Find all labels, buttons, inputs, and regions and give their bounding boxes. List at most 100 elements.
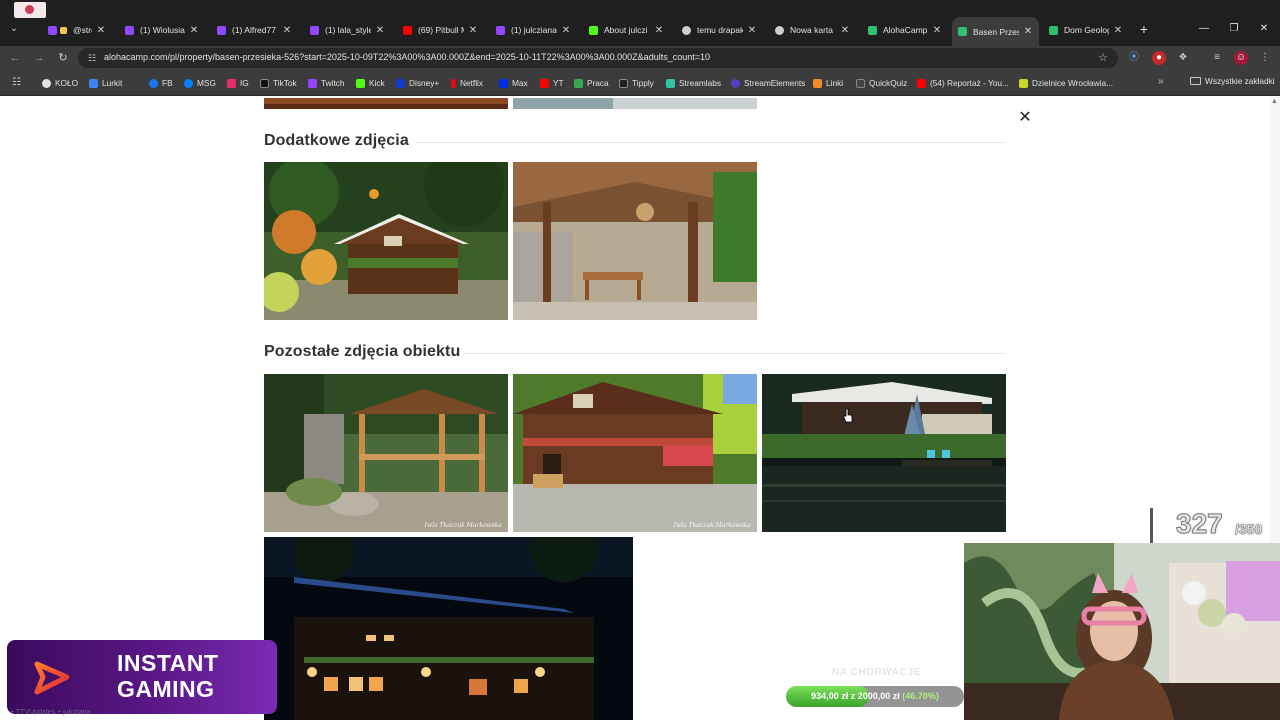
restore-icon[interactable]: ❐	[1226, 22, 1242, 36]
alohacamp-favicon-icon	[958, 27, 967, 36]
bookmark-star-icon[interactable]: ☆	[1098, 51, 1108, 64]
bookmark-12[interactable]: YT	[540, 76, 564, 90]
close-tab-icon[interactable]: ✕	[468, 25, 478, 36]
goal-separator: z	[850, 691, 858, 701]
bookmark-16[interactable]: StreamElements	[731, 76, 805, 90]
close-tab-icon[interactable]: ✕	[747, 25, 757, 36]
alohacamp-favicon-icon	[1049, 25, 1058, 35]
bookmark-2[interactable]: Lurkit	[89, 76, 122, 90]
close-tab-icon[interactable]: ✕	[189, 25, 199, 36]
tab-search-icon[interactable]: ⌄	[6, 21, 22, 37]
bookmark-favicon-icon	[499, 78, 508, 88]
bookmark-15[interactable]: Streamlabs	[666, 76, 721, 90]
bookmark-18[interactable]: QuickQuiz	[856, 76, 907, 90]
gallery-photo-lake-house[interactable]	[762, 374, 1006, 532]
close-tab-icon[interactable]: ✕	[932, 25, 942, 36]
youtube-favicon-icon	[403, 25, 412, 35]
tab-6[interactable]: (1) julcziana ✕	[490, 19, 577, 41]
photo-image	[264, 98, 508, 109]
twitch-favicon-icon	[217, 25, 226, 35]
bookmark-11[interactable]: Max	[499, 76, 528, 90]
close-tab-icon[interactable]: ✕	[375, 25, 385, 36]
close-tab-icon[interactable]: ✕	[840, 25, 850, 36]
bookmark-8[interactable]: Kick	[356, 76, 385, 90]
tab-5[interactable]: (69) Pitbull M ✕	[397, 19, 484, 41]
tab-4[interactable]: (1) lala_style ✕	[304, 19, 391, 41]
bookmark-favicon-icon	[149, 78, 158, 88]
bookmark-1[interactable]: KOŁO	[42, 76, 78, 90]
bookmark-13[interactable]: Praca	[574, 76, 609, 90]
bookmark-favicon-icon	[184, 78, 193, 88]
close-tab-icon[interactable]: ✕	[1023, 26, 1033, 37]
bookmark-19[interactable]: (54) Reportaż - You...	[917, 76, 1009, 90]
bookmark-favicon-icon	[89, 78, 98, 88]
close-tab-icon[interactable]: ✕	[561, 25, 571, 36]
menu-kebab-icon[interactable]: ⋮	[1258, 51, 1272, 65]
twitch-favicon-icon	[310, 25, 319, 35]
new-tab-plus-icon[interactable]: +	[1136, 21, 1152, 37]
gallery-photo-cropped[interactable]	[513, 97, 757, 109]
hand-cursor-icon	[843, 408, 853, 423]
tab-2[interactable]: (1) Wiolusia ✕	[119, 19, 205, 41]
reload-icon[interactable]: ↻	[56, 51, 70, 65]
tab-12[interactable]: Dom Geologa ✕	[1043, 19, 1129, 41]
bookmark-favicon-icon	[356, 78, 365, 88]
extension-badge-icon[interactable]: ●	[1152, 51, 1166, 65]
site-info-icon[interactable]: ☷	[86, 52, 98, 64]
forward-arrow-icon[interactable]: →	[32, 51, 46, 65]
media-control-icon[interactable]: ≡	[1210, 51, 1224, 65]
gallery-photo-cropped[interactable]	[264, 97, 508, 109]
bookmark-5[interactable]: IG	[227, 76, 249, 90]
gallery-photo-cabin-autumn[interactable]	[264, 162, 508, 320]
tab-3[interactable]: (1) Alfred77 ✕	[211, 19, 298, 41]
twitch-favicon-icon	[125, 25, 134, 35]
gallery-photo-night-cabin[interactable]	[264, 537, 633, 720]
close-tab-icon[interactable]: ✕	[654, 25, 664, 36]
bookmark-4[interactable]: MSG	[184, 76, 216, 90]
tab-9[interactable]: Nowa karta ✕	[769, 19, 856, 41]
scroll-up-arrow-icon[interactable]: ▲	[1271, 98, 1278, 105]
section-title-other: Pozostałe zdjęcia obiektu	[264, 343, 461, 360]
donation-goal-title: NA CHORWACJĘ	[832, 667, 921, 678]
back-arrow-icon[interactable]: ←	[8, 51, 22, 65]
close-tab-icon[interactable]: ✕	[96, 25, 106, 36]
tab-8[interactable]: temu drapak ✕	[676, 19, 763, 41]
photo-image	[762, 374, 1006, 532]
bookmark-favicon-icon	[666, 78, 675, 88]
gallery-photo-shelter[interactable]: Iwla Tkaczuk Markowska	[264, 374, 508, 532]
photo-image	[513, 374, 757, 532]
bookmark-20[interactable]: Dzielnice Wrocławia...	[1019, 76, 1113, 90]
section-divider	[416, 142, 1006, 143]
bookmark-3[interactable]: FB	[149, 76, 173, 90]
all-bookmarks-button[interactable]: Wszystkie zakładki	[1190, 76, 1275, 86]
tab-11-active[interactable]: Basen Przesi ✕	[952, 17, 1039, 46]
close-tab-icon[interactable]: ✕	[1113, 25, 1123, 36]
tab-10[interactable]: AlohaCamp ✕	[862, 19, 948, 41]
bookmark-7[interactable]: Twitch	[308, 76, 345, 90]
bookmark-6[interactable]: TikTok	[260, 76, 297, 90]
gallery-photo-cabin-sunny[interactable]: Iwla Tkaczuk Markowska	[513, 374, 757, 532]
address-bar[interactable]: ☷ alohacamp.com/pl/property/basen-przesi…	[78, 48, 1118, 68]
minimize-icon[interactable]: —	[1196, 22, 1212, 36]
profile-avatar-icon[interactable]: ☺	[1234, 51, 1248, 65]
tab-1[interactable]: @stream ✕	[42, 19, 112, 41]
browser-toolbar: ← → ↻ ☷ alohacamp.com/pl/property/basen-…	[0, 46, 1280, 70]
extensions-puzzle-icon[interactable]: ❖	[1176, 51, 1190, 65]
tab-7[interactable]: About julczi ✕	[583, 19, 670, 41]
apps-grid-icon[interactable]: ☷	[12, 77, 23, 88]
bookmark-10[interactable]: Netflix	[451, 76, 483, 90]
webcam-feed	[964, 543, 1280, 720]
translate-extension-icon[interactable]: ⦿	[1127, 51, 1141, 65]
bookmark-14[interactable]: Tipply	[619, 76, 654, 90]
close-window-icon[interactable]: ✕	[1256, 22, 1272, 36]
bookmark-9[interactable]: Disney+	[396, 76, 439, 90]
bookmark-17[interactable]: Linki	[813, 76, 843, 90]
more-bookmarks-chevron-icon[interactable]: »	[1158, 76, 1164, 87]
counter-max: /350	[1235, 521, 1263, 538]
gallery-photo-terrace[interactable]	[513, 162, 757, 320]
close-tab-icon[interactable]: ✕	[282, 25, 292, 36]
close-gallery-button[interactable]: ✕	[1015, 108, 1035, 128]
instant-gaming-logo-icon	[34, 661, 70, 695]
url-text[interactable]: alohacamp.com/pl/property/basen-przesiek…	[104, 52, 710, 62]
bookmark-favicon-icon	[1019, 78, 1028, 88]
